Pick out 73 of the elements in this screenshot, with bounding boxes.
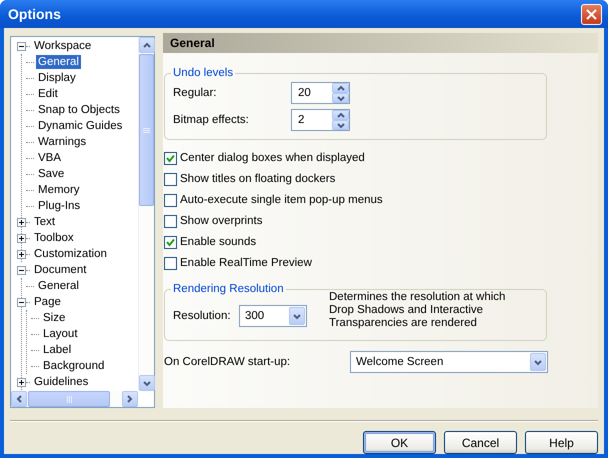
collapse-icon[interactable] — [17, 298, 26, 306]
tree-item[interactable]: VBA — [36, 151, 64, 165]
group-title: Undo levels — [172, 67, 234, 79]
tree-item[interactable]: Edit — [36, 87, 60, 101]
chevron-down-icon — [334, 120, 346, 128]
resolution-dropdown[interactable]: 300 — [239, 304, 307, 326]
panel-header: General — [163, 33, 598, 53]
tree-item[interactable]: Document — [32, 263, 88, 277]
tree-item[interactable]: Toolbox — [32, 231, 76, 245]
spin-down-button[interactable] — [332, 120, 349, 130]
group-title: Rendering Resolution — [172, 283, 285, 295]
tree-item[interactable]: Workspace — [32, 39, 94, 53]
tree-item[interactable]: Text — [32, 215, 58, 229]
checkbox[interactable] — [164, 236, 177, 248]
scroll-up-button[interactable] — [139, 37, 155, 53]
expand-icon[interactable] — [17, 218, 26, 226]
collapse-icon[interactable] — [17, 42, 26, 50]
close-button[interactable] — [581, 4, 602, 24]
expand-icon[interactable] — [17, 234, 26, 242]
checkbox-label: Center dialog boxes when displayed — [180, 152, 365, 164]
chevron-up-icon — [334, 110, 346, 118]
tree-item[interactable]: Warnings — [36, 135, 88, 149]
checkbox[interactable] — [164, 194, 177, 206]
checkbox[interactable] — [164, 214, 177, 228]
field-label: Resolution: — [173, 310, 232, 322]
spin-field[interactable]: 2 — [291, 108, 350, 130]
chevron-down-icon — [334, 94, 346, 102]
scroll-down-button[interactable] — [139, 375, 155, 391]
description-text: Determines the resolution at which Drop Shadows and Interactive Transparencies are rendered — [329, 291, 506, 330]
dialog-button[interactable]: Help — [525, 431, 598, 454]
checkbox[interactable] — [164, 256, 177, 270]
dialog-button[interactable]: OK — [363, 431, 436, 454]
field-label: On CorelDRAW start-up: — [164, 356, 292, 368]
spin-up-button[interactable] — [332, 110, 349, 120]
tree-item[interactable]: General — [36, 55, 81, 69]
dialog-button[interactable]: Cancel — [444, 431, 517, 454]
tree-item[interactable]: Plug-Ins — [36, 199, 82, 213]
checkbox-label: Enable RealTime Preview — [180, 257, 312, 269]
tree-item[interactable]: Label — [41, 343, 74, 357]
collapse-icon[interactable] — [17, 266, 26, 274]
chevron-up-icon — [334, 84, 346, 92]
spin-down-button[interactable] — [332, 92, 349, 102]
field-label: Bitmap effects: — [173, 114, 250, 126]
expand-icon[interactable] — [17, 378, 26, 386]
scroll-left-button[interactable] — [11, 391, 27, 407]
scroll-thumb[interactable] — [139, 54, 154, 206]
spin-up-button[interactable] — [332, 82, 349, 92]
window-title: Options — [8, 6, 61, 22]
scroll-right-button[interactable] — [122, 391, 138, 407]
tree-item[interactable]: Dynamic Guides — [36, 119, 124, 133]
startup-dropdown[interactable]: Welcome Screen — [350, 351, 548, 373]
field-label: Regular: — [173, 86, 218, 98]
checkbox[interactable] — [164, 152, 177, 164]
tree-item[interactable]: Background — [41, 359, 106, 373]
tree-item[interactable]: Guidelines — [32, 375, 90, 389]
tree-item[interactable]: Page — [32, 295, 63, 309]
checkbox[interactable] — [164, 172, 177, 186]
tree-item[interactable]: Size — [41, 311, 68, 325]
scroll-thumb[interactable] — [28, 391, 110, 407]
checkbox-label: Auto-execute single item pop-up menus — [180, 194, 383, 206]
expand-icon[interactable] — [17, 250, 26, 258]
tree-item[interactable]: Memory — [36, 183, 82, 197]
tree-item[interactable]: Customization — [32, 247, 109, 261]
tree-item[interactable]: Save — [36, 167, 66, 181]
checkbox-label: Enable sounds — [180, 236, 256, 248]
tree-item[interactable]: Display — [36, 71, 78, 85]
tree-item[interactable]: Layout — [41, 327, 80, 341]
checkbox-label: Show overprints — [180, 215, 262, 227]
checkbox-label: Show titles on floating dockers — [180, 173, 336, 185]
tree-item[interactable]: Snap to Objects — [36, 103, 122, 117]
spin-field[interactable]: 20 — [291, 82, 350, 104]
tree-item[interactable]: General — [36, 279, 81, 293]
close-icon — [586, 8, 597, 20]
